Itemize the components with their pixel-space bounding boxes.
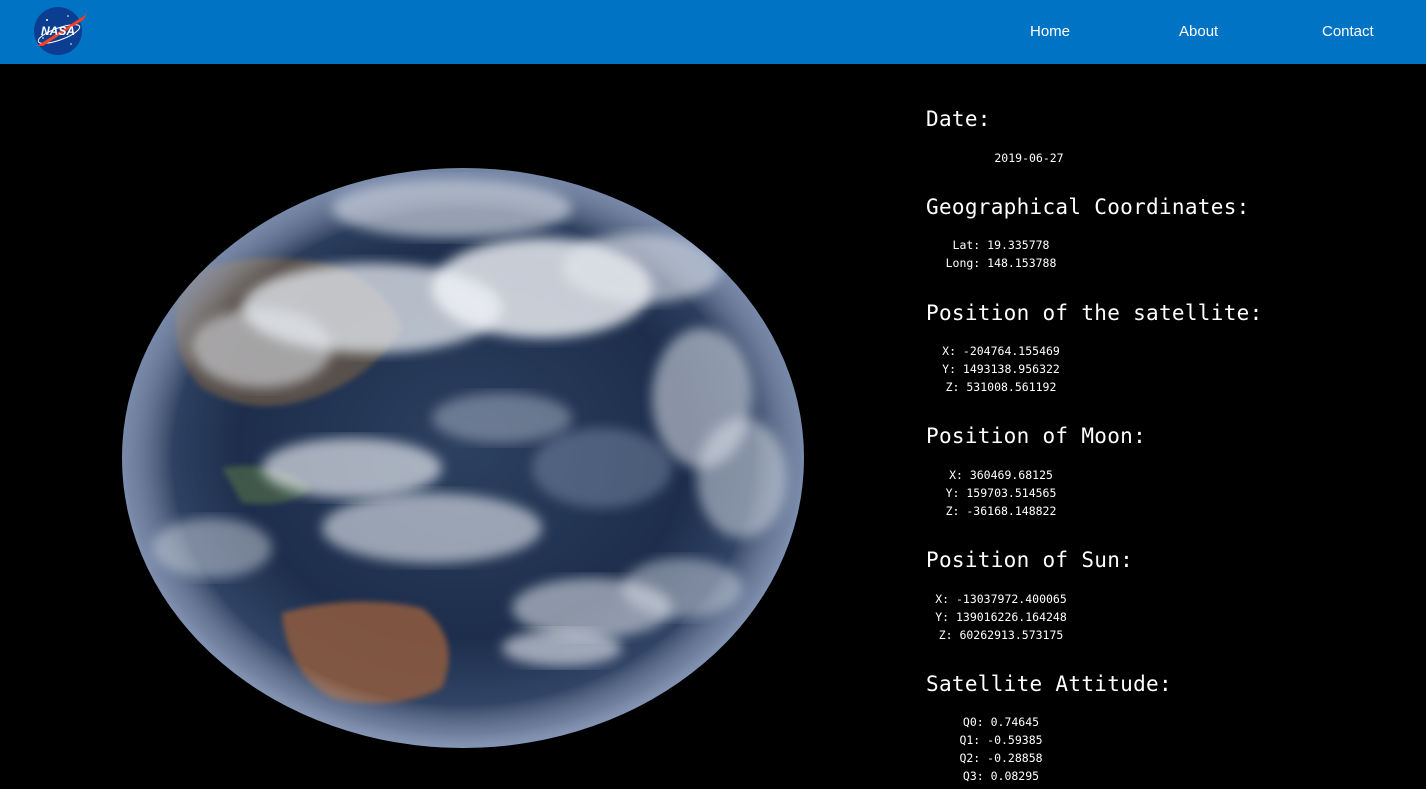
satellite-position-heading: Position of the satellite:: [926, 301, 1263, 325]
sun-x-value: X: -13037972.400065: [935, 592, 1067, 606]
nav-contact-link[interactable]: Contact: [1322, 22, 1374, 42]
longitude-value: Long: 148.153788: [945, 256, 1057, 270]
latitude-value: Lat: 19.335778: [952, 238, 1050, 252]
satellite-x-value: X: -204764.155469: [942, 344, 1060, 358]
moon-x-value: X: 360469.68125: [949, 468, 1053, 482]
sun-position-heading: Position of Sun:: [926, 548, 1134, 572]
moon-z-value: Z: -36168.148822: [945, 504, 1057, 518]
sun-y-value: Y: 139016226.164248: [935, 610, 1067, 624]
nav-about-link[interactable]: About: [1179, 22, 1218, 42]
sun-z-value: Z: 60262913.573175: [938, 628, 1064, 642]
date-value: 2019-06-27: [994, 151, 1064, 165]
satellite-z-value: Z: 531008.561192: [945, 380, 1057, 394]
nasa-logo-icon[interactable]: NASA: [33, 6, 89, 56]
moon-y-value: Y: 159703.514565: [945, 486, 1057, 500]
geo-coordinates-heading: Geographical Coordinates:: [926, 195, 1250, 219]
attitude-q2-value: Q2: -0.28858: [959, 751, 1043, 765]
logo-text: NASA: [41, 24, 75, 38]
date-heading: Date:: [926, 107, 991, 131]
navbar: NASA Home About Contact: [0, 0, 1426, 64]
satellite-y-value: Y: 1493138.956322: [942, 362, 1060, 376]
earth-image: [122, 168, 804, 748]
nav-home-link[interactable]: Home: [1030, 22, 1070, 42]
attitude-q0-value: Q0: 0.74645: [962, 715, 1040, 729]
satellite-attitude-heading: Satellite Attitude:: [926, 672, 1172, 696]
attitude-q3-value: Q3: 0.08295: [962, 769, 1040, 783]
attitude-q1-value: Q1: -0.59385: [959, 733, 1043, 747]
moon-position-heading: Position of Moon:: [926, 424, 1147, 448]
